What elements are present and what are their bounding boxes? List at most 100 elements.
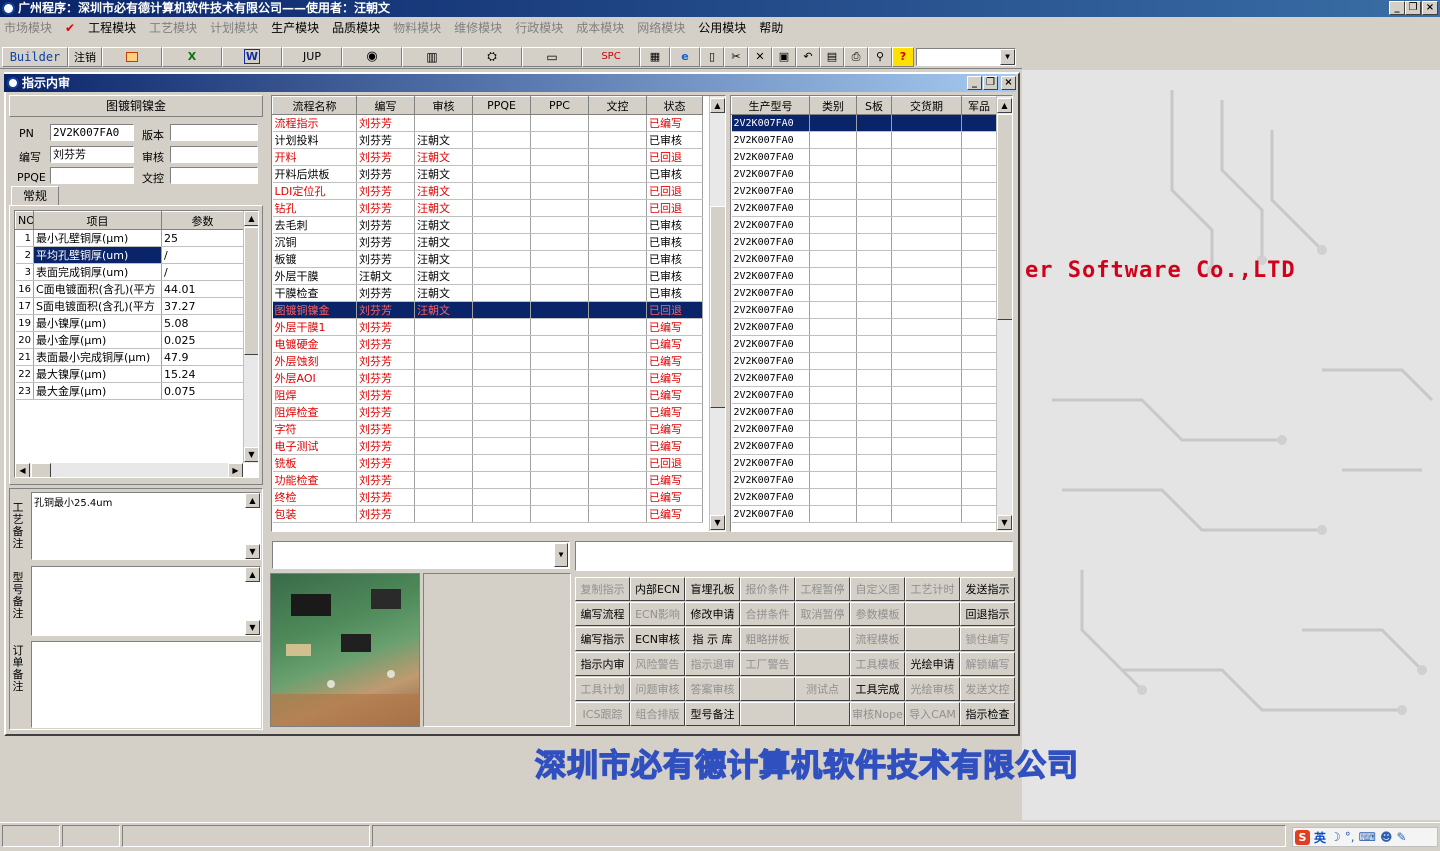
cut-icon[interactable]: ✂: [724, 46, 748, 67]
column-header[interactable]: 状态: [646, 96, 703, 115]
action-button[interactable]: 盲埋孔板: [685, 577, 740, 601]
flow-row[interactable]: 字符 刘芬芳 已编写: [272, 420, 703, 438]
order-row[interactable]: 2V2K007FA0: [731, 488, 997, 506]
column-header[interactable]: NO: [15, 211, 34, 230]
action-button[interactable]: 工具计划: [575, 677, 630, 701]
chart-icon[interactable]: [102, 46, 162, 67]
action-button[interactable]: 内部ECN: [630, 577, 685, 601]
action-button[interactable]: 解锁编写: [960, 652, 1015, 676]
order-row[interactable]: 2V2K007FA0: [731, 216, 997, 234]
delete-icon[interactable]: ✕: [748, 46, 772, 67]
menu-item[interactable]: 计划模块: [210, 19, 258, 36]
action-button[interactable]: 编写指示: [575, 627, 630, 651]
action-button[interactable]: 参数模板: [850, 602, 905, 626]
order-row[interactable]: 2V2K007FA0: [731, 131, 997, 149]
action-button[interactable]: 组合排版: [630, 702, 685, 726]
menu-item[interactable]: 品质模块: [332, 19, 380, 36]
model-note[interactable]: ▲ ▼: [31, 566, 261, 636]
action-button[interactable]: ECN影响: [630, 602, 685, 626]
order-row[interactable]: 2V2K007FA0: [731, 284, 997, 302]
find-icon[interactable]: ⚲: [868, 46, 892, 67]
flow-row[interactable]: 功能检查 刘芬芳 已编写: [272, 471, 703, 489]
action-button[interactable]: [795, 652, 850, 676]
flow-row[interactable]: 干膜检查 刘芬芳 汪朝文 已审核: [272, 284, 703, 302]
flow-row[interactable]: 外层干膜 汪朝文 汪朝文 已审核: [272, 267, 703, 285]
action-button[interactable]: ICS跟踪: [575, 702, 630, 726]
action-button[interactable]: 粗略拼板: [740, 627, 795, 651]
scroll-up-icon[interactable]: ▲: [710, 98, 725, 113]
restore-button[interactable]: ❐: [1405, 1, 1421, 15]
action-button[interactable]: 问题审核: [630, 677, 685, 701]
builder-button[interactable]: Builder: [2, 46, 68, 67]
column-header[interactable]: 类别: [809, 96, 857, 115]
flow-row[interactable]: 铣板 刘芬芳 已回退: [272, 454, 703, 472]
order-row[interactable]: 2V2K007FA0: [731, 148, 997, 166]
action-button[interactable]: 发送文控: [960, 677, 1015, 701]
param-row[interactable]: 23 最大金厚(μm) 0.075: [15, 382, 244, 400]
order-row[interactable]: 2V2K007FA0: [731, 437, 997, 455]
order-row[interactable]: 2V2K007FA0: [731, 335, 997, 353]
scroll-up-icon[interactable]: ▲: [244, 211, 258, 226]
menu-item[interactable]: 行政模块: [515, 19, 563, 36]
ime-mode[interactable]: 英: [1314, 829, 1326, 846]
scroll-down-icon[interactable]: ▼: [245, 620, 260, 635]
action-button[interactable]: 锁住编写: [960, 627, 1015, 651]
action-button[interactable]: 指示检查: [960, 702, 1015, 726]
order-row[interactable]: 2V2K007FA0: [731, 505, 997, 523]
action-button[interactable]: 合拼条件: [740, 602, 795, 626]
column-header[interactable]: 流程名称: [272, 96, 357, 115]
flow-row[interactable]: 外层干膜1 刘芬芳 已编写: [272, 318, 703, 336]
action-button[interactable]: 指示内审: [575, 652, 630, 676]
menu-item[interactable]: 帮助: [759, 19, 783, 36]
flow-row[interactable]: 流程指示 刘芬芳 已编写: [272, 114, 703, 132]
preview-icon[interactable]: ▤: [820, 46, 844, 67]
action-button[interactable]: 指 示 库: [685, 627, 740, 651]
column-header[interactable]: PPQE: [472, 96, 531, 115]
action-button[interactable]: 测试点: [795, 677, 850, 701]
action-button[interactable]: 发送指示: [960, 577, 1015, 601]
action-button[interactable]: 自定义图: [850, 577, 905, 601]
flow-row[interactable]: 沉铜 刘芬芳 汪朝文 已审核: [272, 233, 703, 251]
scroll-down-icon[interactable]: ▼: [245, 544, 260, 559]
flow-row[interactable]: 开料后烘板 刘芬芳 汪朝文 已审核: [272, 165, 703, 183]
column-header[interactable]: 文控: [588, 96, 647, 115]
action-button[interactable]: 导入CAM: [905, 702, 960, 726]
menu-item[interactable]: 生产模块: [271, 19, 319, 36]
chevron-down-icon[interactable]: ▼: [1000, 48, 1015, 65]
word-icon[interactable]: W: [222, 46, 282, 67]
flow-row[interactable]: 包装 刘芬芳 已编写: [272, 505, 703, 523]
logout-button[interactable]: 注销: [68, 46, 102, 67]
params-vscroll[interactable]: ▲ ▼: [243, 211, 258, 463]
action-button[interactable]: [795, 627, 850, 651]
action-button[interactable]: 光绘审核: [905, 677, 960, 701]
excel-icon[interactable]: X: [162, 46, 222, 67]
tab-general[interactable]: 常规: [11, 186, 59, 206]
param-row[interactable]: 17 S面电镀面积(含孔)(平方 37.27: [15, 297, 244, 315]
action-button[interactable]: 工程暂停: [795, 577, 850, 601]
column-header[interactable]: PPC: [530, 96, 589, 115]
child-restore-button[interactable]: ❐: [983, 76, 998, 90]
toolbar-combo[interactable]: ▼: [916, 47, 1016, 66]
calculator-icon[interactable]: ▦: [640, 46, 670, 67]
scroll-thumb[interactable]: [244, 227, 258, 355]
scroll-up-icon[interactable]: ▲: [245, 493, 260, 508]
order-row[interactable]: 2V2K007FA0: [731, 233, 997, 251]
moon-icon[interactable]: ☽: [1330, 830, 1341, 844]
print-icon[interactable]: ⎙: [844, 46, 868, 67]
action-button[interactable]: 工具模板: [850, 652, 905, 676]
column-header[interactable]: 审核: [414, 96, 473, 115]
column-header[interactable]: 项目: [33, 211, 162, 230]
save-icon[interactable]: ▣: [772, 46, 796, 67]
param-row[interactable]: 16 C面电镀面积(含孔)(平方 44.01: [15, 280, 244, 298]
order-row[interactable]: 2V2K007FA0: [731, 369, 997, 387]
scroll-down-icon[interactable]: ▼: [710, 515, 725, 530]
menu-item[interactable]: ✔ 工程模块: [65, 19, 136, 36]
keyboard-icon[interactable]: ⌨: [1359, 830, 1376, 844]
flow-vscroll[interactable]: ▲ ▼: [709, 96, 725, 531]
flow-row[interactable]: LDI定位孔 刘芬芳 汪朝文 已回退: [272, 182, 703, 200]
order-row[interactable]: 2V2K007FA0: [731, 182, 997, 200]
scroll-right-icon[interactable]: ▶: [228, 463, 243, 477]
flow-row[interactable]: 计划投料 刘芬芳 汪朝文 已审核: [272, 131, 703, 149]
action-button[interactable]: [740, 702, 795, 726]
menu-item[interactable]: 成本模块: [576, 19, 624, 36]
